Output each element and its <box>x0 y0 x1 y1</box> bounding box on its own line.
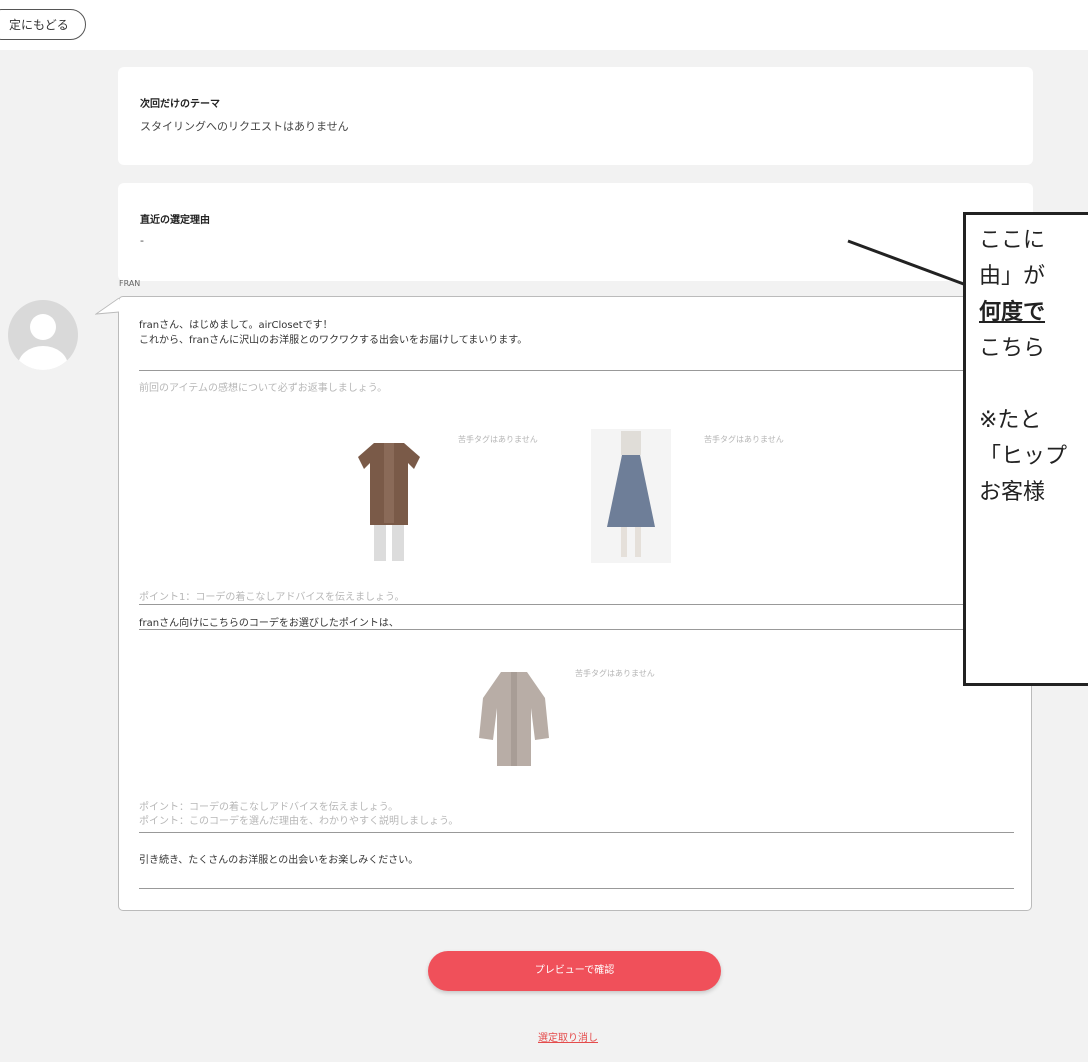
divider <box>139 832 1014 833</box>
recent-reason-title: 直近の選定理由 <box>140 215 210 226</box>
sender-name: FRAN <box>119 279 141 288</box>
item-tag-3: 苦手タグはありません <box>575 669 655 678</box>
user-silhouette-icon <box>18 314 68 370</box>
annotation-line-7: お客様 <box>979 480 1046 505</box>
skirt-denim-icon <box>591 429 671 563</box>
point1-placeholder: ポイント1：コーデの着こなしアドバイスを伝えましょう。 <box>139 592 405 603</box>
annotation-box: ここに 由」が 何度で こちら ※たと 「ヒップ お客様 <box>963 212 1088 686</box>
annotation-spacer <box>979 367 1088 403</box>
annotation-line-2: 由」が <box>979 264 1046 289</box>
point1-input[interactable]: franさん向けにこちらのコーデをお選びしたポイントは、 <box>139 614 399 629</box>
blouse-beige-icon <box>461 662 567 772</box>
cancel-selection-link[interactable]: 選定取り消し <box>538 1029 598 1044</box>
preview-button[interactable]: プレビューで確認 <box>428 951 721 991</box>
recent-reason-card: 直近の選定理由 - <box>118 183 1033 281</box>
item-image-2 <box>591 429 671 567</box>
item-tag-2: 苦手タグはありません <box>704 435 784 444</box>
annotation-line-1: ここに <box>979 228 1046 253</box>
greeting-line-1: franさん、はじめまして。airClosetです！ <box>139 320 333 331</box>
feedback-input[interactable]: 前回のアイテムの感想について必ずお返事しましょう。 <box>139 379 387 394</box>
avatar <box>8 300 78 370</box>
top-bar: 定にもどる <box>0 0 1088 50</box>
annotation-line-6: 「ヒップ <box>979 444 1068 469</box>
greeting-line-2: これから、franさんに沢山のお洋服とのワクワクする出会いをお届けしてまいります… <box>139 335 528 346</box>
item-tag-1: 苦手タグはありません <box>458 435 538 444</box>
item-image-3 <box>461 662 567 776</box>
annotation-line-4: こちら <box>979 336 1046 361</box>
bubble-tail-icon <box>95 297 120 315</box>
divider <box>139 629 1014 630</box>
next-theme-body: スタイリングへのリクエストはありません <box>140 120 349 133</box>
divider <box>139 604 1014 605</box>
annotation-line-3: 何度で <box>979 300 1046 325</box>
point2-placeholder-2: ポイント：このコーデを選んだ理由を、わかりやすく説明しましょう。 <box>139 816 459 827</box>
next-theme-card: 次回だけのテーマ スタイリングへのリクエストはありません <box>118 67 1033 165</box>
next-theme-title: 次回だけのテーマ <box>140 99 220 110</box>
closing-input[interactable]: 引き続き、たくさんのお洋服との出会いをお楽しみください。 <box>139 851 418 866</box>
back-button[interactable]: 定にもどる <box>0 9 86 40</box>
divider <box>139 370 1014 371</box>
blouse-brown-icon <box>344 429 434 563</box>
divider <box>139 888 1014 889</box>
annotation-line-5: ※たと <box>979 408 1042 433</box>
recent-reason-body: - <box>140 234 144 247</box>
item-image-1 <box>344 429 434 567</box>
point2-placeholder-1: ポイント：コーデの着こなしアドバイスを伝えましょう。 <box>139 802 399 813</box>
